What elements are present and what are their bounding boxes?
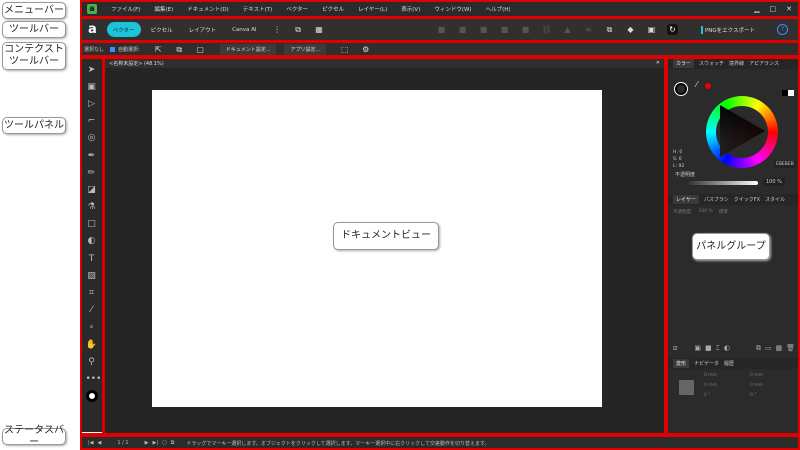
callout-menubar: メニューバー: [2, 2, 66, 19]
callout-context-toolbar: コンテクストツールバー: [2, 42, 66, 70]
callout-context-line2: ツールバー: [9, 56, 59, 68]
callout-tool-panel: ツールパネル: [2, 117, 66, 134]
callout-document-view: ドキュメントビュー: [333, 222, 439, 250]
callout-toolbar: ツールバー: [2, 21, 66, 38]
callout-context-line1: コンテクスト: [4, 44, 64, 56]
callout-status-bar: ステータスバー: [2, 428, 66, 445]
callout-panel-group: パネルグループ: [692, 233, 770, 260]
